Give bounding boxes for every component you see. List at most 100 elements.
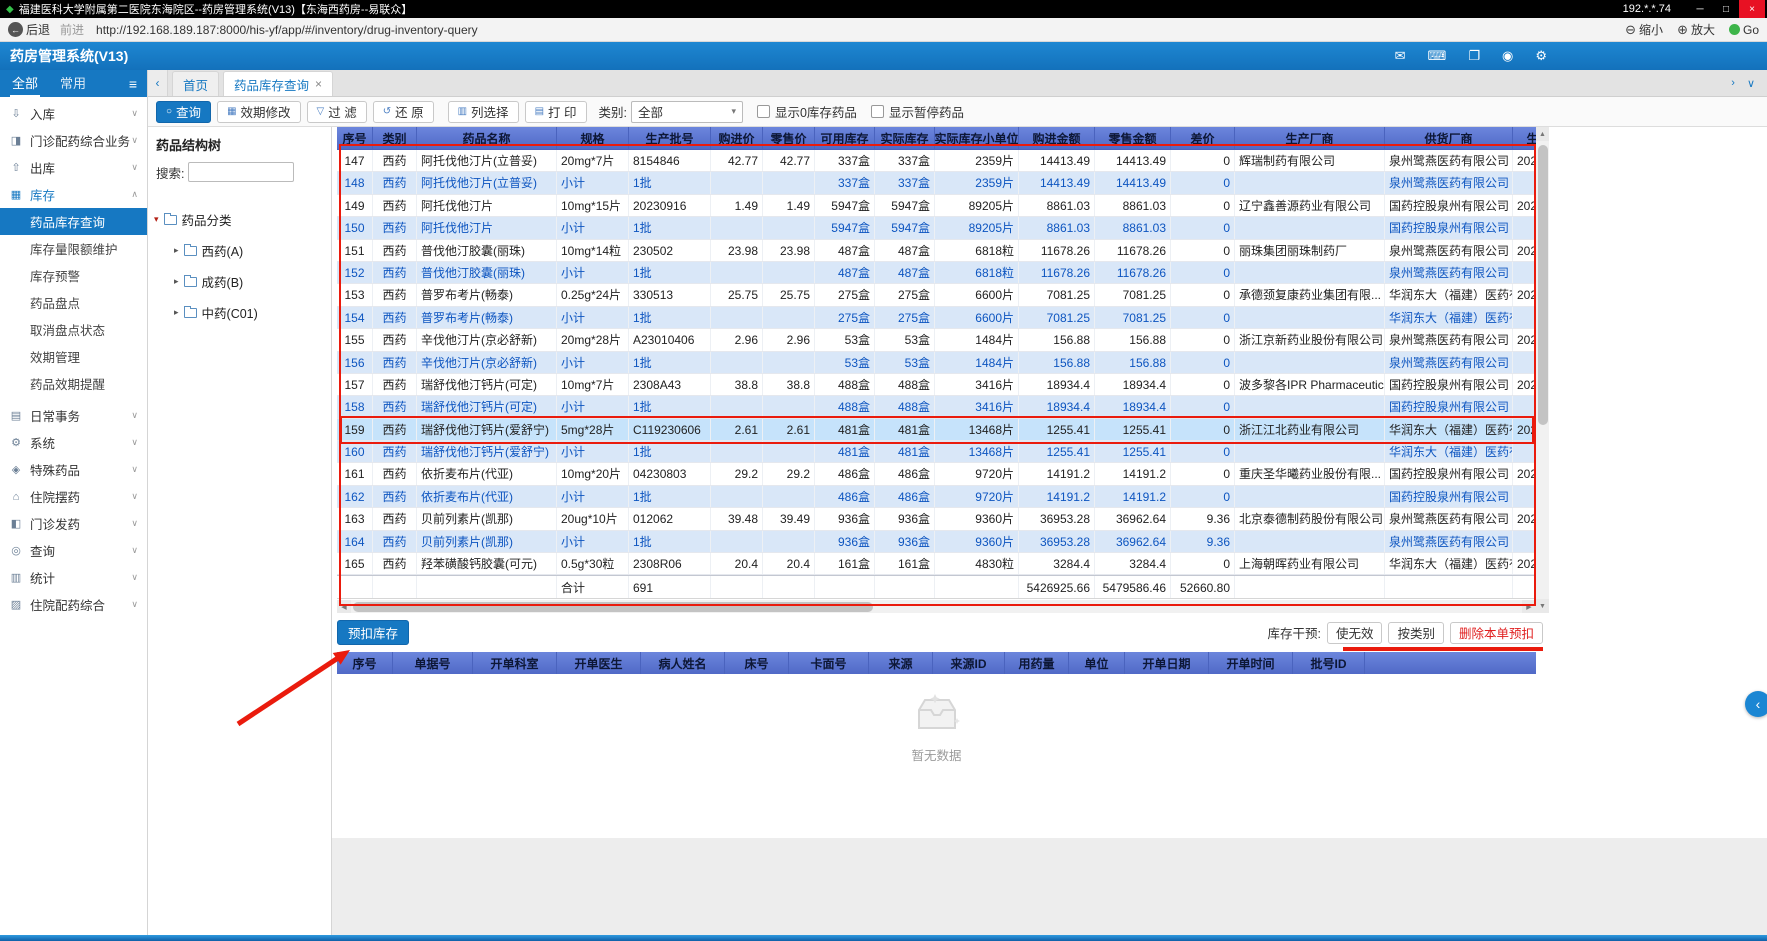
invalidate-button[interactable]: 使无效 [1326,621,1383,644]
column-header-用药量[interactable]: 用药量 [1005,652,1069,674]
query-button[interactable]: ○ 查询 [156,100,212,123]
column-header-单位[interactable]: 单位 [1069,652,1125,674]
sidebar-item-门诊配药综合业务[interactable]: ◨ 门诊配药综合业务 ∨ [0,127,147,154]
sidebar-subitem-库存量限额维护[interactable]: 库存量限额维护 [0,235,147,262]
by-category-button[interactable]: 按类别 [1388,621,1444,644]
expiry-edit-button[interactable]: ▦ 效期修改 [217,100,301,123]
sidebar-item-统计[interactable]: ▥ 统计 ∨ [0,564,147,591]
forward-button[interactable]: 前进 [60,21,84,38]
inventory-row-165[interactable]: 165 西药 羟苯磺酸钙胶囊(可元) 0.5g*30粒 2308R06 20.4 20.4 1… [337,553,1536,576]
column-header-开单科室[interactable]: 开单科室 [473,652,557,674]
zoom-out-button[interactable]: ⊖ 缩小 [1625,21,1663,38]
monitor-icon[interactable]: ◉ [1502,48,1513,64]
sidebar-subitem-药品盘点[interactable]: 药品盘点 [0,289,147,316]
sidebar-tab-常用[interactable]: 常用 [58,70,88,97]
inventory-row-155[interactable]: 155 西药 辛伐他汀片(京必舒新) 20mg*28片 A23010406 2.96 2.9… [337,329,1536,352]
inventory-row-153[interactable]: 153 西药 普罗布考片(畅泰) 0.25g*24片 330513 25.75 25.75 2… [337,284,1536,307]
sidebar-item-出库[interactable]: ⇧ 出库 ∨ [0,154,147,181]
tab-list-icon[interactable]: ∨ [1747,77,1755,90]
vertical-scrollbar[interactable]: ▲ ▼ [1536,127,1549,613]
show-paused-drug-checkbox[interactable]: 显示暂停药品 [870,102,964,121]
show-zero-stock-checkbox[interactable]: 显示0库存药品 [756,102,857,121]
column-header-卡面号[interactable]: 卡面号 [789,652,869,674]
column-header-差价[interactable]: 差价 [1171,127,1235,149]
scroll-up-icon[interactable]: ▲ [1536,127,1549,141]
gear-icon[interactable]: ⚙ [1535,48,1547,64]
column-header-来源[interactable]: 来源 [869,652,933,674]
inventory-row-147[interactable]: 147 西药 阿托伐他汀片(立普妥) 20mg*7片 8154846 42.77 42.77… [337,150,1536,173]
column-select-button[interactable]: ▥ 列选择 [447,100,519,123]
tab-scroll-right-icon[interactable]: › [1731,77,1735,90]
category-select[interactable]: 全部 ▾ [630,100,743,123]
vertical-scroll-thumb[interactable] [1537,145,1548,425]
inventory-row-149[interactable]: 149 西药 阿托伐他汀片 10mg*15片 20230916 1.49 1.49 5947盒… [337,194,1536,218]
sidebar-item-门诊发药[interactable]: ◧ 门诊发药 ∨ [0,510,147,537]
column-header-购进价[interactable]: 购进价 [711,127,763,149]
scroll-right-icon[interactable]: ▶ [1522,600,1536,613]
sidebar-item-入库[interactable]: ⇩ 入库 ∨ [0,100,147,127]
horizontal-scroll-thumb[interactable] [353,601,873,612]
inventory-row-148[interactable]: 148 西药 阿托伐他汀片(立普妥) 小计 1批 337盒 337盒 2359片 14413.4… [337,172,1536,195]
column-header-购进金额[interactable]: 购进金额 [1019,127,1095,149]
back-button[interactable]: ← 后退 [8,21,50,38]
column-header-生[interactable]: 生 [1513,127,1536,149]
column-header-开单日期[interactable]: 开单日期 [1125,652,1209,674]
search-input[interactable] [188,162,295,182]
sidebar-tab-全部[interactable]: 全部 [10,70,41,97]
tree-root-node[interactable]: ▾ 药品分类 [148,204,331,235]
tree-node-西药(A)[interactable]: ▸ 西药(A) [148,235,331,266]
message-icon[interactable]: ✉ [1395,48,1406,64]
inventory-row-152[interactable]: 152 西药 普伐他汀胶囊(丽珠) 小计 1批 487盒 487盒 6818粒 11678.26… [337,261,1536,285]
column-header-病人姓名[interactable]: 病人姓名 [641,652,725,674]
print-button[interactable]: ▤ 打 印 [524,100,587,123]
go-button[interactable]: Go [1728,23,1759,37]
inventory-row-163[interactable]: 163 西药 贝前列素片(凯那) 20ug*10片 012062 39.48 39.49 93… [337,508,1536,531]
sidebar-subitem-药品库存查询[interactable]: 药品库存查询 [0,208,147,235]
column-header-生产厂商[interactable]: 生产厂商 [1235,127,1385,149]
sidebar-item-住院摆药[interactable]: ⌂ 住院摆药 ∨ [0,483,147,510]
layout-icon[interactable]: ❐ [1468,48,1480,64]
tab-药品库存查询[interactable]: 药品库存查询 × [223,71,334,96]
zoom-in-button[interactable]: ⊕ 放大 [1677,21,1715,38]
column-header-序号[interactable]: 序号 [337,127,373,149]
column-header-供货厂商[interactable]: 供货厂商 [1385,127,1513,149]
tab-scroll-left-icon[interactable]: ‹ [148,70,168,96]
menu-icon[interactable]: ≡ [129,76,137,92]
tab-close-icon[interactable]: × [315,77,322,91]
inventory-row-162[interactable]: 162 西药 依折麦布片(代亚) 小计 1批 486盒 486盒 9720片 14191.2 14… [337,485,1536,509]
sidebar-item-日常事务[interactable]: ▤ 日常事务 ∨ [0,402,147,429]
column-header-可用库存[interactable]: 可用库存 [815,127,875,149]
column-header-规格[interactable]: 规格 [557,127,629,149]
url-text[interactable]: http://192.168.189.187:8000/his-yf/app/#… [96,23,1625,37]
card-icon[interactable]: ⌨ [1428,48,1447,64]
inventory-row-164[interactable]: 164 西药 贝前列素片(凯那) 小计 1批 936盒 936盒 9360片 36953.28 3… [337,530,1536,554]
inventory-row-150[interactable]: 150 西药 阿托伐他汀片 小计 1批 5947盒 5947盒 89205片 8861.03 88… [337,217,1536,240]
column-header-序号[interactable]: 序号 [337,652,393,674]
sidebar-subitem-药品效期提醒[interactable]: 药品效期提醒 [0,370,147,397]
sidebar-subitem-取消盘点状态[interactable]: 取消盘点状态 [0,316,147,343]
minimize-button[interactable]: ─ [1687,0,1713,18]
column-header-单据号[interactable]: 单据号 [393,652,473,674]
sidebar-item-系统[interactable]: ⚙ 系统 ∨ [0,429,147,456]
sidebar-item-住院配药综合[interactable]: ▨ 住院配药综合 ∨ [0,591,147,618]
tree-node-中药(C01)[interactable]: ▸ 中药(C01) [148,297,331,328]
inventory-row-151[interactable]: 151 西药 普伐他汀胶囊(丽珠) 10mg*14粒 230502 23.98 23.98 4… [337,239,1536,262]
sidebar-item-查询[interactable]: ◎ 查询 ∨ [0,537,147,564]
delete-withhold-button[interactable]: 删除本单预扣 [1449,621,1543,644]
inventory-row-159[interactable]: 159 西药 瑞舒伐他汀钙片(爱舒宁) 5mg*28片 C119230606 2.61 2.… [337,418,1536,442]
sidebar-item-库存[interactable]: ▦ 库存 ∧ [0,181,147,208]
tab-首页[interactable]: 首页 [172,71,220,96]
sidebar-subitem-库存预警[interactable]: 库存预警 [0,262,147,289]
column-header-批号ID[interactable]: 批号ID [1293,652,1365,674]
inventory-row-160[interactable]: 160 西药 瑞舒伐他汀钙片(爱舒宁) 小计 1批 481盒 481盒 13468片 1255.… [337,441,1536,464]
restore-button[interactable]: ↺ 还 原 [372,100,434,123]
inventory-row-158[interactable]: 158 西药 瑞舒伐他汀钙片(可定) 小计 1批 488盒 488盒 3416片 18934.4… [337,396,1536,419]
column-header-开单医生[interactable]: 开单医生 [557,652,641,674]
filter-button[interactable]: ▽ 过 滤 [306,100,367,123]
collapse-panel-button[interactable]: ‹ [1745,691,1767,717]
inventory-row-161[interactable]: 161 西药 依折麦布片(代亚) 10mg*20片 04230803 29.2 29.2 48… [337,463,1536,486]
inventory-row-154[interactable]: 154 西药 普罗布考片(畅泰) 小计 1批 275盒 275盒 6600片 7081.25 70… [337,306,1536,330]
sidebar-item-特殊药品[interactable]: ◈ 特殊药品 ∨ [0,456,147,483]
withhold-stock-button[interactable]: 预扣库存 [337,620,410,645]
column-header-零售金额[interactable]: 零售金额 [1095,127,1171,149]
